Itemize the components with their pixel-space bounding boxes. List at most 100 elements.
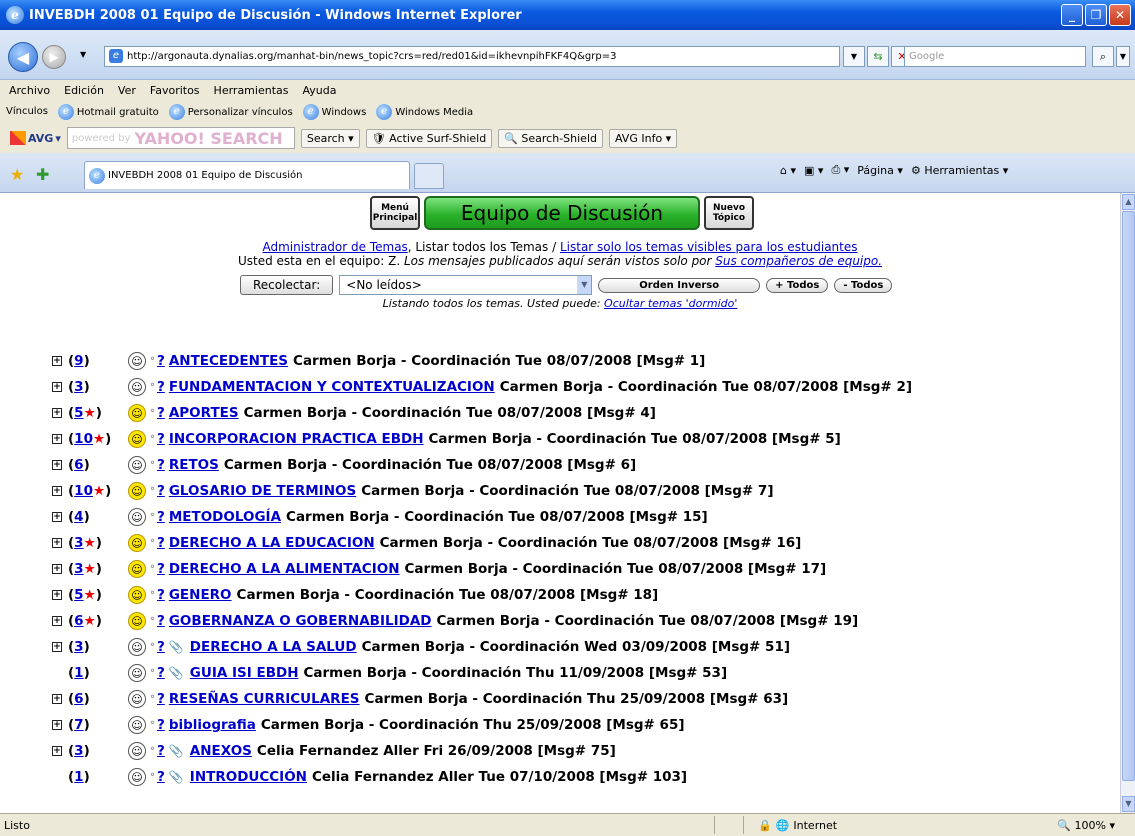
topic-info-link[interactable]: ?	[157, 405, 165, 421]
scroll-thumb[interactable]	[1122, 211, 1135, 781]
menu-principal-button[interactable]: Menú Principal	[370, 196, 420, 230]
expand-icon[interactable]: +	[52, 590, 62, 600]
reply-count-link[interactable]: 1	[74, 665, 83, 681]
team-link[interactable]: Sus compañeros de equipo.	[715, 254, 882, 268]
vertical-scrollbar[interactable]: ▲ ▼	[1120, 193, 1135, 813]
menu-edicion[interactable]: Edición	[63, 84, 105, 97]
avg-logo[interactable]: AVG ▾	[10, 131, 61, 145]
link-personalizar[interactable]: e Personalizar vínculos	[163, 103, 293, 120]
expand-icon[interactable]: +	[52, 564, 62, 574]
expand-icon[interactable]: +	[52, 486, 62, 496]
topic-info-link[interactable]: ?	[157, 665, 165, 681]
topic-title-link[interactable]: APORTES	[169, 405, 239, 421]
menu-herramientas[interactable]: Herramientas	[213, 84, 290, 97]
expand-icon[interactable]: +	[52, 746, 62, 756]
history-dropdown-icon[interactable]: ▼	[80, 50, 86, 59]
reply-count-link[interactable]: 6	[74, 691, 83, 707]
topic-title-link[interactable]: INTRODUCCIÓN	[190, 769, 307, 785]
filter-select[interactable]: <No leídos> ▼	[339, 275, 593, 295]
admin-temas-link[interactable]: Administrador de Temas	[262, 240, 407, 254]
topic-title-link[interactable]: DERECHO A LA ALIMENTACION	[169, 561, 400, 577]
topic-title-link[interactable]: GUIA ISI EBDH	[190, 665, 299, 681]
topic-title-link[interactable]: bibliografia	[169, 717, 256, 733]
add-favorite-icon[interactable]: ✚	[36, 165, 49, 184]
orden-inverso-button[interactable]: Orden Inverso	[598, 277, 761, 293]
avg-search-button[interactable]: Search ▾	[300, 128, 360, 148]
feeds-icon[interactable]: ▣ ▾	[804, 164, 823, 177]
search-shield-button[interactable]: 🔍 Search-Shield	[498, 128, 603, 148]
reply-count-link[interactable]: 3	[74, 535, 83, 551]
forward-button[interactable]: ▶	[42, 45, 66, 69]
security-zone[interactable]: 🔒 🌐 Internet	[758, 819, 837, 832]
expand-icon[interactable]: +	[52, 512, 62, 522]
refresh-icon[interactable]: ⇆	[867, 46, 889, 67]
topic-info-link[interactable]: ?	[157, 769, 165, 785]
tools-menu[interactable]: ⚙ Herramientas ▾	[911, 164, 1008, 177]
avg-info-button[interactable]: AVG Info ▾	[608, 128, 678, 148]
topic-title-link[interactable]: FUNDAMENTACION Y CONTEXTUALIZACION	[169, 379, 495, 395]
print-icon[interactable]: ⎙ ▾	[831, 163, 849, 177]
topic-info-link[interactable]: ?	[157, 431, 165, 447]
tab-new[interactable]	[414, 163, 444, 189]
address-dropdown-icon[interactable]: ▼	[843, 46, 865, 67]
expand-icon[interactable]: +	[52, 382, 62, 392]
reply-count-link[interactable]: 6	[74, 613, 83, 629]
topic-title-link[interactable]: ANEXOS	[190, 743, 252, 759]
reply-count-link[interactable]: 3	[74, 379, 83, 395]
tab-active[interactable]: e INVEBDH 2008 01 Equipo de Discusión	[84, 161, 410, 189]
topic-info-link[interactable]: ?	[157, 561, 165, 577]
reply-count-link[interactable]: 4	[74, 509, 83, 525]
reply-count-link[interactable]: 9	[74, 353, 83, 369]
expand-icon[interactable]: +	[52, 434, 62, 444]
expand-icon[interactable]: +	[52, 356, 62, 366]
topic-info-link[interactable]: ?	[157, 379, 165, 395]
zoom-control[interactable]: 🔍 100% ▾	[1057, 819, 1115, 832]
page-menu[interactable]: Página ▾	[857, 164, 903, 177]
expand-icon[interactable]: +	[52, 642, 62, 652]
reply-count-link[interactable]: 1	[74, 769, 83, 785]
expand-icon[interactable]: +	[52, 616, 62, 626]
reply-count-link[interactable]: 5	[74, 587, 83, 603]
back-button[interactable]: ◀	[8, 42, 38, 72]
search-options-icon[interactable]: ▼	[1116, 46, 1130, 67]
menu-favoritos[interactable]: Favoritos	[149, 84, 201, 97]
home-icon[interactable]: ⌂ ▾	[780, 164, 796, 177]
topic-info-link[interactable]: ?	[157, 353, 165, 369]
topic-title-link[interactable]: DERECHO A LA SALUD	[190, 639, 357, 655]
favorites-star-icon[interactable]: ★	[10, 165, 24, 184]
menu-ver[interactable]: Ver	[117, 84, 137, 97]
maximize-button[interactable]: ❐	[1085, 4, 1107, 26]
listar-visibles-link[interactable]: Listar solo los temas visibles para los …	[560, 240, 858, 254]
yahoo-search-input[interactable]: powered by YAHOO! SEARCH	[66, 127, 295, 149]
recolectar-button[interactable]: Recolectar:	[240, 275, 334, 295]
topic-info-link[interactable]: ?	[157, 587, 165, 603]
topic-info-link[interactable]: ?	[157, 483, 165, 499]
search-input[interactable]: Google	[904, 46, 1086, 67]
topic-title-link[interactable]: GLOSARIO DE TERMINOS	[169, 483, 356, 499]
collapse-all-button[interactable]: - Todos	[834, 277, 893, 293]
expand-icon[interactable]: +	[52, 538, 62, 548]
reply-count-link[interactable]: 3	[74, 743, 83, 759]
link-windows-media[interactable]: e Windows Media	[370, 103, 473, 120]
topic-title-link[interactable]: GENERO	[169, 587, 232, 603]
expand-all-button[interactable]: + Todos	[766, 277, 829, 293]
reply-count-link[interactable]: 3	[74, 639, 83, 655]
menu-ayuda[interactable]: Ayuda	[301, 84, 337, 97]
expand-icon[interactable]: +	[52, 408, 62, 418]
topic-title-link[interactable]: DERECHO A LA EDUCACION	[169, 535, 375, 551]
topic-info-link[interactable]: ?	[157, 509, 165, 525]
menu-archivo[interactable]: Archivo	[8, 84, 51, 97]
topic-info-link[interactable]: ?	[157, 457, 165, 473]
topic-title-link[interactable]: ANTECEDENTES	[169, 353, 288, 369]
topic-info-link[interactable]: ?	[157, 535, 165, 551]
minimize-button[interactable]: _	[1061, 4, 1083, 26]
topic-title-link[interactable]: RESEÑAS CURRICULARES	[169, 691, 360, 707]
reply-count-link[interactable]: 10	[74, 483, 93, 499]
scroll-up-icon[interactable]: ▲	[1122, 194, 1135, 210]
expand-icon[interactable]: +	[52, 694, 62, 704]
topic-info-link[interactable]: ?	[157, 639, 165, 655]
link-windows[interactable]: e Windows	[297, 103, 366, 120]
search-icon[interactable]: ⌕	[1092, 46, 1114, 67]
topic-info-link[interactable]: ?	[157, 613, 165, 629]
reply-count-link[interactable]: 6	[74, 457, 83, 473]
